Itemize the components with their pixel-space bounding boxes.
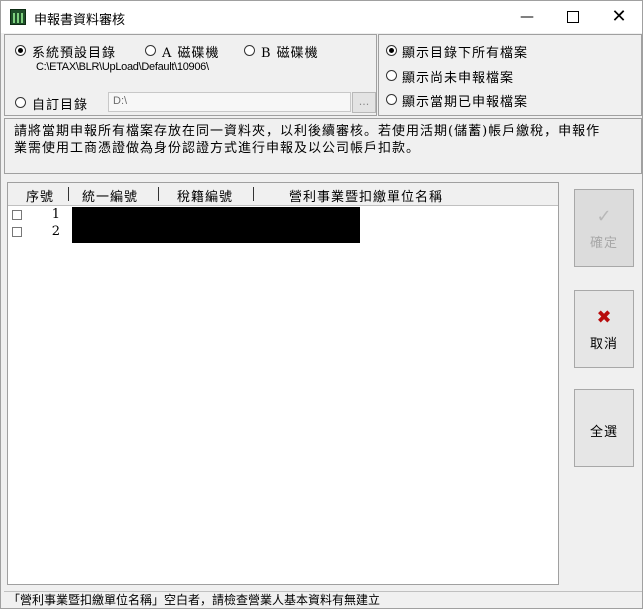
radio-drive-b[interactable] [244,45,255,56]
cancel-label: 取消 [589,337,618,352]
dialog-window: 申報書資料審核 — ✕ 系統預設目錄 A 磁碟機 B 磁碟機 C:\ETAX\B… [0,0,643,609]
check-icon: ✓ [596,206,612,227]
radio-default-label: 系統預設目錄 [32,46,117,61]
radio-show-filed-label: 顯示當期已申報檔案 [402,95,529,110]
instruction-text: 請將當期申報所有檔案存放在同一資料夾，以利後續審核。若使用活期(儲蓄)帳戶繳稅，… [14,124,601,156]
row-seq: 1 [51,207,60,222]
col-divider [253,187,254,201]
status-bar: 「營利事業暨扣繳單位名稱」空白者，請檢查營業人基本資料有無建立 [4,591,642,608]
col-company-name[interactable]: 營利事業暨扣繳單位名稱 [289,186,443,205]
select-all-button[interactable]: 全選 [574,389,634,467]
cancel-button[interactable]: ✖ 取消 [574,290,634,368]
row-seq: 2 [51,224,60,239]
list-header: 序號 統一編號 稅籍編號 營利事業暨扣繳單位名稱 [8,183,558,206]
filter-panel: 顯示目錄下所有檔案 顯示尚未申報檔案 顯示當期已申報檔案 [378,34,642,116]
minimize-icon: — [520,9,534,25]
radio-show-all-label: 顯示目錄下所有檔案 [402,46,529,61]
title-bar: 申報書資料審核 — ✕ [1,1,642,33]
browse-button[interactable]: ... [352,92,376,113]
custom-dir-field[interactable]: D:\ [108,92,351,112]
radio-drive-a[interactable] [145,45,156,56]
instruction-panel: 請將當期申報所有檔案存放在同一資料夾，以利後續審核。若使用活期(儲蓄)帳戶繳稅，… [4,118,642,174]
col-tax-reg-no[interactable]: 稅籍編號 [177,186,233,205]
radio-drive-a-label: A 磁碟機 [162,46,220,61]
radio-show-unfiled[interactable] [386,70,397,81]
select-all-label: 全選 [589,425,618,440]
col-seq[interactable]: 序號 [26,186,54,205]
radio-show-filed[interactable] [386,94,397,105]
radio-drive-b-label: B 磁碟機 [261,46,319,61]
col-tax-id[interactable]: 統一編號 [82,186,138,205]
file-list[interactable]: 序號 統一編號 稅籍編號 營利事業暨扣繳單位名稱 1 2 [7,182,559,585]
maximize-icon [567,11,579,23]
redacted-block [72,207,360,243]
window-title: 申報書資料審核 [34,13,126,28]
radio-custom-dir[interactable] [15,97,26,108]
x-icon: ✖ [596,307,612,328]
default-path: C:\ETAX\BLR\UpLoad\Default\10906\ [36,61,209,73]
radio-show-all[interactable] [386,45,397,56]
radio-default-dir[interactable] [15,45,26,56]
col-divider [68,187,69,201]
confirm-label: 確定 [589,236,618,251]
row-checkbox[interactable] [12,227,22,237]
app-icon [10,9,26,25]
confirm-button[interactable]: ✓ 確定 [574,189,634,267]
radio-show-unfiled-label: 顯示尚未申報檔案 [402,71,515,86]
row-checkbox[interactable] [12,210,22,220]
source-panel: 系統預設目錄 A 磁碟機 B 磁碟機 C:\ETAX\BLR\UpLoad\De… [4,34,377,116]
col-divider [158,187,159,201]
radio-custom-label: 自訂目錄 [32,98,89,113]
maximize-button[interactable] [550,1,596,33]
close-icon: ✕ [611,6,627,27]
close-button[interactable]: ✕ [596,1,642,33]
minimize-button[interactable]: — [504,1,550,33]
